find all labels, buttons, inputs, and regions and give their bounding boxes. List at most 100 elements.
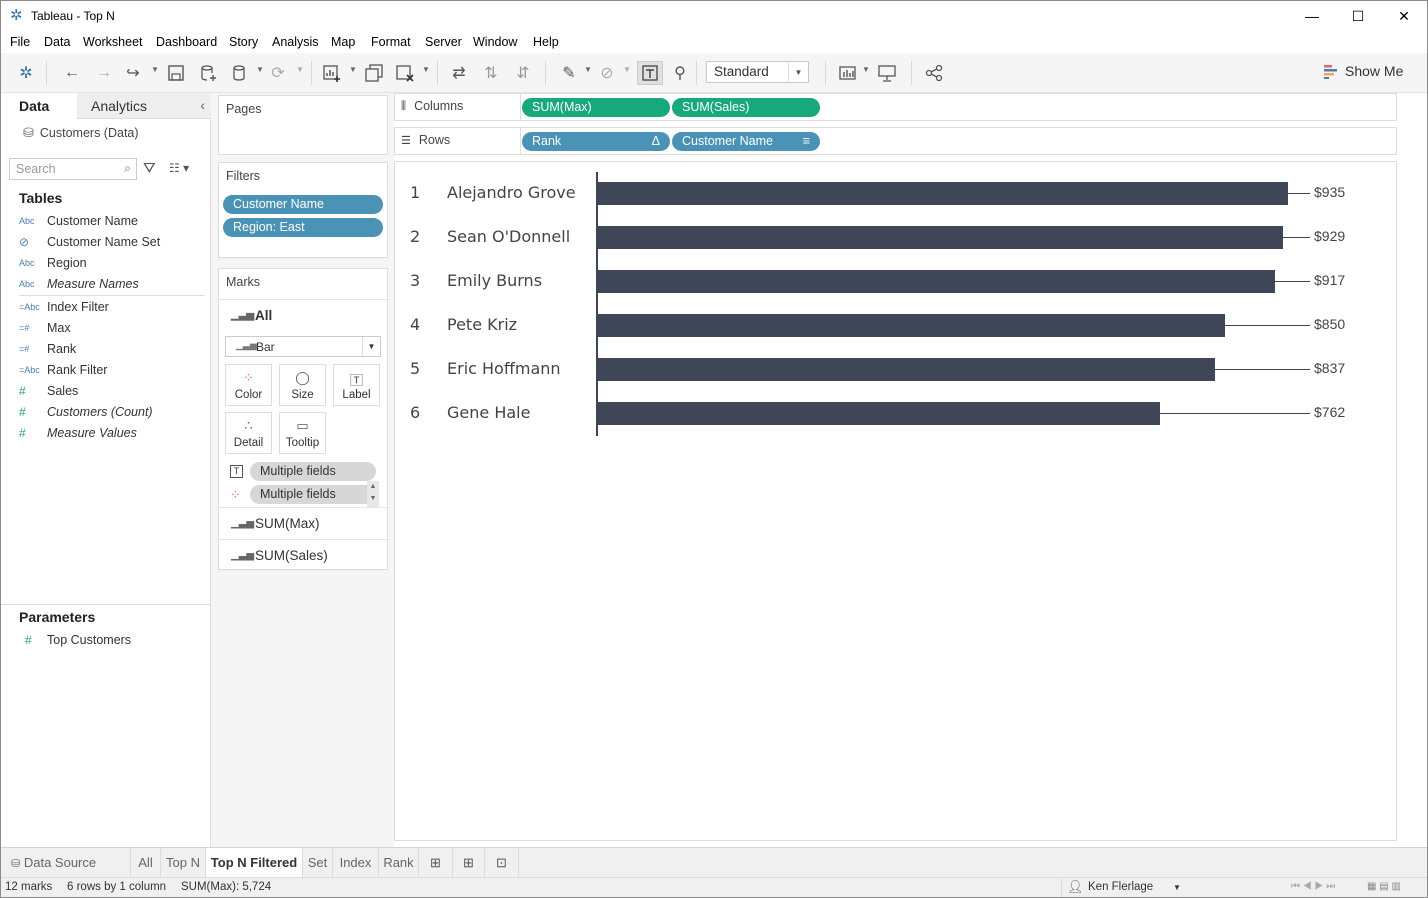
tab-analytics[interactable]: Analytics ‹ (77, 93, 211, 119)
color-multiple-fields-pill[interactable]: Multiple fields (250, 485, 376, 504)
menu-help[interactable]: Help (533, 35, 559, 49)
new-dashboard-icon[interactable]: ⊞ (453, 848, 485, 877)
presentation-mode-icon[interactable] (876, 62, 898, 84)
field-max[interactable]: =# Max (19, 318, 209, 338)
customer-name-label[interactable]: Emily Burns (447, 271, 542, 290)
clear-sheet-icon[interactable] (394, 62, 416, 84)
duplicate-sheet-icon[interactable] (363, 62, 385, 84)
menu-data[interactable]: Data (44, 35, 70, 49)
save-icon[interactable] (165, 62, 187, 84)
customer-name-label[interactable]: Eric Hoffmann (447, 359, 561, 378)
menu-worksheet[interactable]: Worksheet (83, 35, 143, 49)
tab-all[interactable]: All (131, 848, 161, 877)
filters-shelf[interactable]: Filters Customer Name Region: East (218, 162, 388, 258)
mark-type-dropdown[interactable]: ▁▃▅ Bar ▼ (225, 336, 381, 357)
pause-updates-icon[interactable] (229, 62, 251, 84)
bar[interactable] (597, 402, 1160, 425)
tab-index[interactable]: Index (333, 848, 379, 877)
close-button[interactable]: ✕ (1381, 1, 1427, 31)
sort-descending-icon[interactable]: ⇵ (512, 62, 534, 84)
new-worksheet-icon[interactable]: ⊞ (419, 848, 453, 877)
column-pill-sum-max[interactable]: SUM(Max) (522, 98, 670, 117)
detail-button[interactable]: ∴ Detail (225, 412, 272, 454)
sheet-nav-icons[interactable]: ⏮ ◀ ▶ ⏭ (1291, 881, 1335, 892)
minimize-button[interactable]: — (1289, 1, 1335, 31)
field-sales[interactable]: # Sales (19, 381, 209, 401)
tab-top-n[interactable]: Top N (161, 848, 206, 877)
menu-dashboard[interactable]: Dashboard (156, 35, 217, 49)
status-user[interactable]: Ken Flerlage (1088, 881, 1153, 893)
tab-data[interactable]: Data (1, 93, 77, 119)
show-cards-icon[interactable] (837, 62, 859, 84)
color-button[interactable]: ⁘ Color (225, 364, 272, 406)
customer-name-label[interactable]: Alejandro Grove (447, 183, 576, 202)
field-customers-count[interactable]: # Customers (Count) (19, 402, 209, 422)
tab-top-n-filtered[interactable]: Top N Filtered (206, 848, 303, 877)
tab-data-source[interactable]: ⛁ Data Source (1, 848, 131, 877)
tableau-home-icon[interactable]: ✲ (15, 62, 37, 84)
size-button[interactable]: ◯ Size (279, 364, 326, 406)
group-members-icon[interactable]: ⊘ (596, 62, 618, 84)
bar[interactable] (597, 358, 1215, 381)
collapse-pane-icon[interactable]: ‹ (200, 97, 205, 113)
parameter-top-customers[interactable]: # Top Customers (19, 630, 209, 650)
customer-name-label[interactable]: Pete Kriz (447, 315, 517, 334)
highlight-icon[interactable]: ✎ (558, 62, 580, 84)
menu-map[interactable]: Map (331, 35, 355, 49)
menu-story[interactable]: Story (229, 35, 258, 49)
field-rank[interactable]: =# Rank (19, 339, 209, 359)
fix-axes-icon[interactable]: ⚲ (669, 62, 691, 84)
filter-pill-customer-name[interactable]: Customer Name (223, 195, 383, 214)
sort-ascending-icon[interactable]: ⇅ (480, 62, 502, 84)
rows-shelf[interactable]: ☰ Rows Rank Δ Customer Name ≡ (394, 127, 1397, 155)
marks-sum-sales[interactable]: ▁▃▅ SUM(Sales) (219, 539, 387, 571)
customer-name-label[interactable]: Sean O'Donnell (447, 227, 570, 246)
column-pill-sum-sales[interactable]: SUM(Sales) (672, 98, 820, 117)
show-me-button[interactable]: Show Me (1323, 63, 1403, 79)
replay-icon[interactable]: ↪ (122, 62, 144, 84)
marks-all[interactable]: ▁▃▅ All (219, 299, 387, 331)
field-customer-name-set[interactable]: ⊘ Customer Name Set (19, 232, 209, 252)
fit-dropdown[interactable]: Standard ▼ (706, 61, 809, 83)
redo-icon[interactable]: → (93, 62, 115, 84)
new-datasource-icon[interactable] (197, 62, 219, 84)
sheet-view-icons[interactable]: ▦ ▤ ▥ (1367, 881, 1401, 892)
menu-window[interactable]: Window (473, 35, 517, 49)
menu-format[interactable]: Format (371, 35, 411, 49)
menu-analysis[interactable]: Analysis (272, 35, 319, 49)
tab-set[interactable]: Set (303, 848, 333, 877)
new-worksheet-icon[interactable] (321, 62, 343, 84)
filter-icon[interactable]: ⛛ (143, 160, 156, 177)
datasource-item[interactable]: ⛁ Customers (Data) (23, 125, 139, 141)
undo-icon[interactable]: ← (61, 62, 83, 84)
new-story-icon[interactable]: ⊡ (485, 848, 519, 877)
maximize-button[interactable]: ☐ (1335, 1, 1381, 31)
pages-shelf[interactable]: Pages (218, 95, 388, 155)
field-measure-names[interactable]: Abc Measure Names (19, 274, 209, 294)
field-measure-values[interactable]: # Measure Values (19, 423, 209, 443)
view-options-icon[interactable]: ☷ ▾ (169, 161, 189, 175)
row-pill-rank[interactable]: Rank Δ (522, 132, 670, 151)
show-mark-labels-icon[interactable] (637, 61, 663, 85)
bar[interactable] (597, 270, 1275, 293)
bar[interactable] (597, 226, 1283, 249)
columns-shelf[interactable]: ⫼ Columns SUM(Max) SUM(Sales) (394, 93, 1397, 121)
filter-pill-region[interactable]: Region: East (223, 218, 383, 237)
menu-server[interactable]: Server (425, 35, 462, 49)
chart-area[interactable]: 1 Alejandro Grove $935 2 Sean O'Donnell $929 3… (394, 161, 1397, 841)
row-pill-customer-name[interactable]: Customer Name ≡ (672, 132, 820, 151)
label-multiple-fields-pill[interactable]: Multiple fields (250, 462, 376, 481)
customer-name-label[interactable]: Gene Hale (447, 403, 530, 422)
marks-scrollbar[interactable]: ▲ ▼ (367, 481, 379, 507)
marks-sum-max[interactable]: ▁▃▅ SUM(Max) (219, 507, 387, 539)
chevron-down-icon[interactable]: ▼ (1173, 883, 1181, 892)
tab-rank[interactable]: Rank (379, 848, 419, 877)
share-icon[interactable] (923, 62, 945, 84)
field-customer-name[interactable]: Abc Customer Name (19, 211, 209, 231)
search-input[interactable]: Search ⌕ (9, 158, 137, 180)
bar[interactable] (597, 182, 1288, 205)
swap-rows-columns-icon[interactable]: ⇄ (448, 62, 470, 84)
refresh-icon[interactable]: ⟳ (267, 62, 289, 84)
menu-file[interactable]: File (10, 35, 30, 49)
label-button[interactable]: 🅃 Label (333, 364, 380, 406)
